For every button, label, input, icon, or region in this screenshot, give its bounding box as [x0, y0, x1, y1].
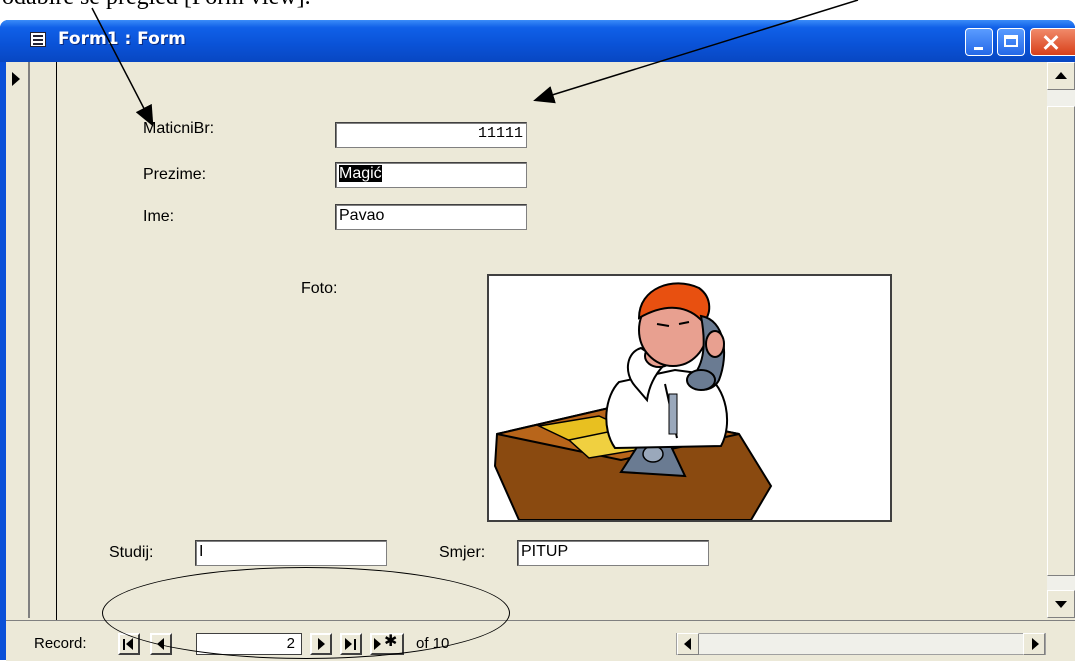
last-record-button[interactable]: [340, 633, 362, 655]
first-arrow-icon: [126, 638, 133, 650]
scroll-thumb[interactable]: [1047, 106, 1075, 576]
scroll-right-button[interactable]: [1023, 633, 1045, 655]
studij-label: Studij:: [109, 544, 154, 561]
new-arrow-icon: [374, 638, 381, 650]
title-bar[interactable]: Form1 : Form: [0, 20, 1075, 62]
prezime-label: Prezime:: [143, 166, 207, 183]
current-record-arrow-icon: [12, 72, 20, 86]
foto-image-frame[interactable]: [487, 274, 892, 522]
first-bar-icon: [123, 639, 125, 650]
form-detail-section: MaticniBr: 11111 Prezime: Magić Ime: Pav…: [56, 62, 1047, 622]
record-selector[interactable]: [6, 62, 30, 618]
new-asterisk-icon: ✱: [384, 633, 398, 650]
record-label: Record:: [34, 635, 87, 652]
ime-label: Ime:: [143, 208, 175, 225]
maticnibr-label: MaticniBr:: [143, 120, 215, 137]
scroll-up-button[interactable]: [1047, 62, 1075, 90]
down-arrow-icon: [1055, 601, 1067, 608]
ime-field[interactable]: Pavao: [335, 204, 527, 230]
foto-label: Foto:: [301, 280, 338, 297]
current-record-input[interactable]: 2: [196, 633, 302, 655]
left-arrow-icon: [684, 638, 691, 650]
scroll-left-button[interactable]: [677, 633, 699, 655]
new-record-button[interactable]: ✱: [370, 633, 404, 655]
close-button[interactable]: [1030, 28, 1075, 56]
minimize-button[interactable]: [965, 28, 993, 56]
scroll-down-button[interactable]: [1047, 590, 1075, 618]
previous-arrow-icon: [157, 638, 164, 650]
man-on-phone-clipart: [493, 282, 773, 521]
prezime-field[interactable]: Magić: [335, 162, 527, 188]
previous-record-button[interactable]: [150, 633, 172, 655]
vertical-scrollbar[interactable]: [1047, 62, 1075, 618]
next-arrow-icon: [318, 638, 325, 650]
last-arrow-icon: [345, 638, 352, 650]
maximize-button[interactable]: [997, 28, 1025, 56]
first-record-button[interactable]: [118, 633, 140, 655]
maticnibr-field[interactable]: 11111: [335, 122, 527, 148]
form-client-area: MaticniBr: 11111 Prezime: Magić Ime: Pav…: [6, 62, 1075, 661]
smjer-field[interactable]: PITUP: [517, 540, 709, 566]
record-total: of 10: [416, 635, 450, 652]
form-icon: [30, 32, 46, 47]
smjer-label: Smjer:: [439, 544, 486, 561]
prezime-selected-text: Magić: [339, 165, 382, 182]
document-caption: odabire se pregled [Form view].: [2, 0, 311, 11]
studij-field[interactable]: I: [195, 540, 387, 566]
window-title: Form1 : Form: [58, 29, 186, 49]
access-form-window: Form1 : Form MaticniBr: 11111 Prezime: M…: [0, 20, 1075, 661]
record-navigation-bar: Record: 2 ✱ of 10: [6, 620, 1075, 661]
right-arrow-icon: [1032, 638, 1039, 650]
next-record-button[interactable]: [310, 633, 332, 655]
up-arrow-icon: [1055, 72, 1067, 79]
last-bar-icon: [354, 639, 356, 650]
horizontal-scrollbar[interactable]: [676, 633, 1046, 655]
